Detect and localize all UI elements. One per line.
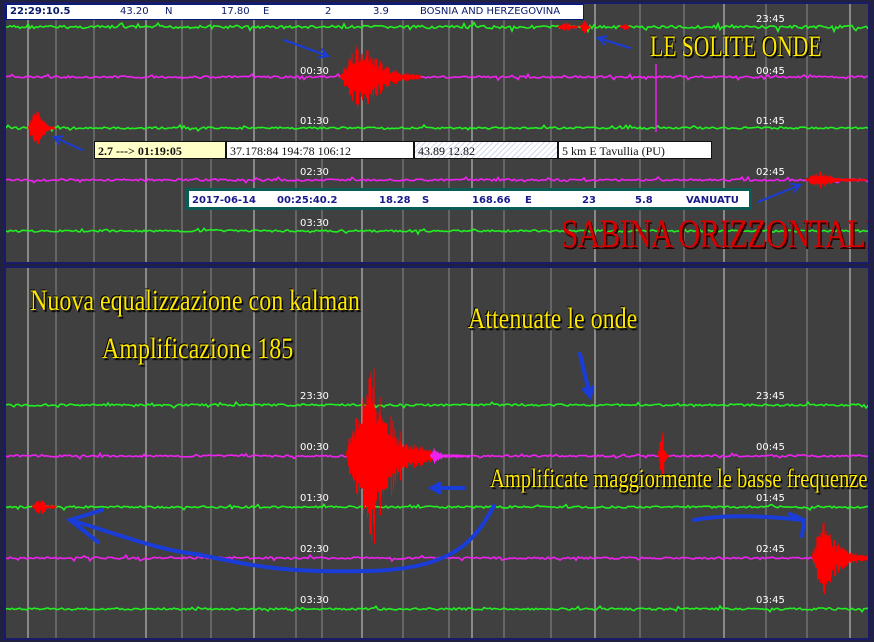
local-event-burst bbox=[32, 500, 57, 514]
local-event-latlon: 43.89 12.82 bbox=[414, 141, 558, 159]
teleseism-burst bbox=[346, 368, 437, 544]
local-event-burst bbox=[28, 111, 55, 145]
trace-line bbox=[6, 400, 868, 410]
time-label-right: 02:45 bbox=[756, 544, 785, 555]
time-label-left: 23:30 bbox=[300, 391, 329, 402]
note-attenuate: Attenuate le onde bbox=[468, 302, 638, 335]
strip-date: 2017-06-14 bbox=[192, 195, 256, 206]
event-marker bbox=[558, 22, 579, 32]
event-lon-dir: E bbox=[263, 6, 270, 17]
event-marker bbox=[620, 23, 631, 30]
hand-drawn-arrow-icon bbox=[692, 514, 804, 522]
strip-magnitude: 5.8 bbox=[635, 195, 653, 206]
trace-line bbox=[6, 123, 868, 133]
pointer-arrow bbox=[283, 39, 329, 57]
event-info-bar: 22:29:10.5 43.20 N 17.80 E 2 3.9 BOSNIA … bbox=[6, 4, 584, 20]
note-amplificate: Amplificate maggiormente le basse freque… bbox=[490, 464, 868, 493]
event-region: BOSNIA AND HERZEGOVINA bbox=[420, 6, 561, 17]
teleseism-burst bbox=[340, 45, 421, 109]
event-marker bbox=[580, 20, 591, 34]
event-magnitude: 3.9 bbox=[373, 6, 389, 17]
trace-line bbox=[6, 604, 868, 613]
station-title: SABINA ORIZZONTALE bbox=[561, 211, 870, 256]
top-seismogram-panel: 22:29:10.5 43.20 N 17.80 E 2 3.9 BOSNIA … bbox=[4, 2, 870, 264]
time-label-left: 00:30 bbox=[300, 442, 329, 453]
local-event-magnitude-time: 2.7 ---> 01:19:05 bbox=[94, 141, 226, 159]
trace-line bbox=[6, 72, 868, 82]
event-lat-dir: N bbox=[165, 6, 173, 17]
pointer-arrow bbox=[757, 184, 801, 203]
event-time: 22:29:10.5 bbox=[10, 6, 71, 17]
strip-time: 00:25:40.2 bbox=[277, 195, 338, 206]
trace-line bbox=[6, 503, 868, 512]
strip-lon-dir: E bbox=[525, 195, 532, 206]
vanuatu-burst bbox=[806, 171, 867, 189]
trace-line bbox=[6, 175, 868, 185]
strip-depth: 23 bbox=[582, 195, 596, 206]
time-label-left: 00:30 bbox=[300, 66, 329, 77]
strip-region: VANUATU bbox=[686, 195, 739, 206]
time-label-right: 03:45 bbox=[756, 595, 785, 606]
bottom-seismogram-plot bbox=[6, 268, 868, 638]
strip-lat: 18.28 bbox=[379, 195, 411, 206]
hand-drawn-arrow-icon bbox=[68, 504, 496, 574]
event-lon: 17.80 bbox=[221, 6, 250, 17]
strip-lon: 168.66 bbox=[472, 195, 511, 206]
local-event-coords: 37.178:84 194:78 106:12 bbox=[226, 141, 414, 159]
time-label-left: 02:30 bbox=[300, 544, 329, 555]
time-label-left: 03:30 bbox=[300, 218, 329, 229]
time-label-right: 01:45 bbox=[756, 493, 785, 504]
time-label-left: 03:30 bbox=[300, 595, 329, 606]
bottom-title-line1: Nuova equalizzazione con kalman bbox=[30, 284, 360, 317]
time-label-right: 00:45 bbox=[756, 442, 785, 453]
time-label-left: 01:30 bbox=[300, 116, 329, 127]
event-depth: 2 bbox=[325, 6, 332, 17]
time-label-right: 00:45 bbox=[756, 66, 785, 77]
bottom-title-line2: Amplificazione 185 bbox=[102, 332, 294, 365]
time-label-right: 02:45 bbox=[756, 167, 785, 178]
event-lat: 43.20 bbox=[120, 6, 149, 17]
teleseism-tail bbox=[430, 448, 471, 464]
time-label-right: 23:45 bbox=[756, 391, 785, 402]
local-event-location: 5 km E Tavullia (PU) bbox=[558, 141, 712, 159]
strip-lat-dir: S bbox=[422, 195, 430, 206]
vanuatu-burst bbox=[812, 521, 868, 595]
bottom-seismogram-panel: Nuova equalizzazione con kalman Amplific… bbox=[4, 266, 870, 640]
time-label-right: 01:45 bbox=[756, 116, 785, 127]
caption-le-solite-onde: LE SOLITE ONDE bbox=[650, 30, 822, 63]
teleseism-event-strip: 2017-06-14 00:25:40.2 18.28 S 168.66 E 2… bbox=[186, 188, 752, 210]
time-label-left: 01:30 bbox=[300, 493, 329, 504]
time-label-left: 02:30 bbox=[300, 167, 329, 178]
time-label-right: 23:45 bbox=[756, 14, 785, 25]
